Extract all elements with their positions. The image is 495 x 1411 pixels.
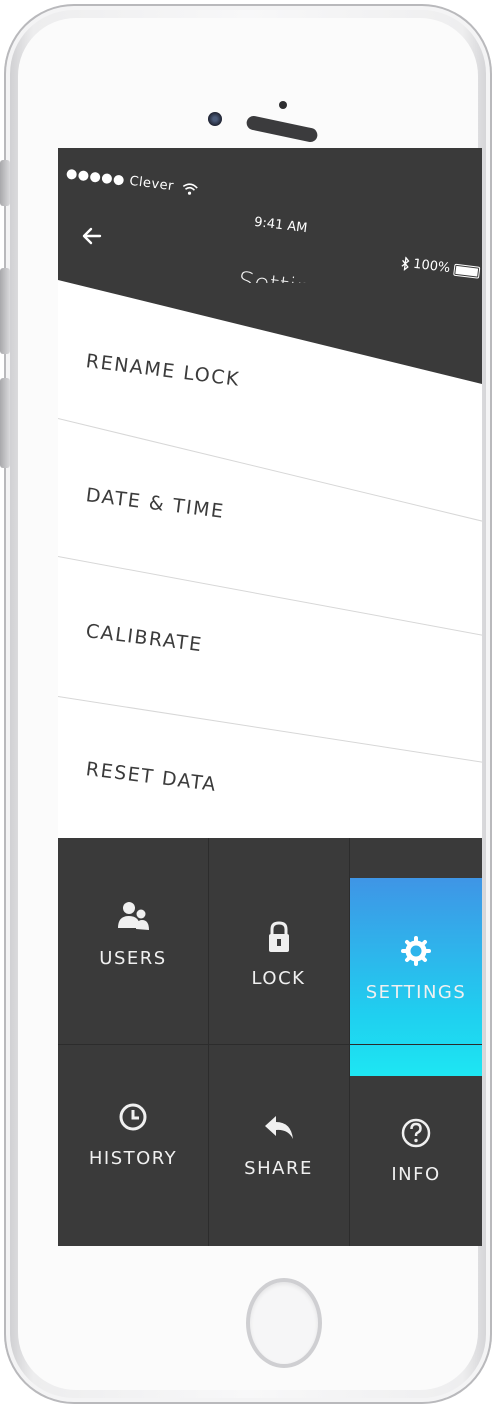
clock-icon [119,1103,147,1131]
status-carrier: ●●●●● Clever [65,166,199,197]
menu-item-date-time[interactable]: DATE & TIME [85,484,226,523]
carrier-label: ●●●●● Clever [65,166,175,195]
app-screen: ●●●●● Clever 9:41 AM 100% Settings RENAM… [58,148,482,1246]
question-icon [401,1118,431,1148]
battery-icon [453,263,481,279]
tile-info-label: INFO [391,1164,441,1185]
back-arrow-icon[interactable] [78,222,106,250]
tile-history[interactable]: HISTORY [58,1098,208,1169]
tile-lock[interactable]: LOCK [208,918,349,989]
app-header: ●●●●● Clever 9:41 AM 100% Settings [58,148,482,283]
menu-item-rename-lock[interactable]: RENAME LOCK [85,350,242,391]
mute-switch [0,160,10,206]
tile-settings[interactable]: SETTINGS [350,932,482,1003]
front-camera [208,112,222,126]
tile-users[interactable]: USERS [58,898,208,969]
volume-up-button [0,268,10,354]
share-icon [264,1116,293,1139]
tile-settings-label: SETTINGS [365,982,467,1003]
menu-divider [58,696,482,765]
home-button[interactable] [246,1278,322,1368]
page-title: Settings [236,265,342,308]
proximity-sensor [279,101,287,109]
bluetooth-icon [401,255,410,271]
lock-icon [268,921,289,952]
tile-info[interactable]: INFO [350,1114,482,1185]
wifi-icon [183,182,199,195]
menu-item-reset-data[interactable]: RESET DATA [85,758,219,796]
nav-grid: USERS LOCK SETTINGS HISTORY SHARE INFO [58,838,482,1246]
status-time: 9:41 AM [253,214,309,237]
tile-share[interactable]: SHARE [208,1108,349,1179]
status-battery: 100% [400,255,481,280]
grid-divider [58,1044,482,1045]
grid-divider [208,838,209,1246]
tile-users-label: USERS [99,948,167,969]
menu-item-calibrate[interactable]: CALIBRATE [85,620,204,656]
volume-down-button [0,378,10,468]
battery-percent: 100% [412,256,452,277]
tile-lock-label: LOCK [251,968,306,989]
tile-history-label: HISTORY [88,1148,178,1169]
gear-icon [401,936,431,966]
tile-share-label: SHARE [244,1158,313,1179]
users-icon [118,902,149,930]
